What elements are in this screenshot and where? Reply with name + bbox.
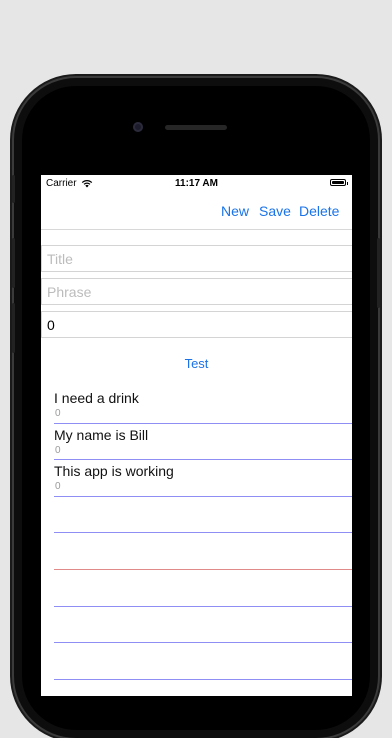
- status-bar: Carrier 11:17 AM: [41, 175, 352, 193]
- phrase-list: I need a drink 0 My name is Bill 0 This …: [54, 387, 352, 680]
- list-item-count: 0: [55, 481, 61, 493]
- list-item-text: My name is Bill: [54, 426, 149, 443]
- number-input[interactable]: [42, 312, 352, 337]
- empty-row: [54, 607, 352, 644]
- battery-icon: [330, 179, 348, 186]
- phrase-input[interactable]: [42, 279, 352, 304]
- list-item[interactable]: I need a drink 0: [54, 387, 352, 424]
- test-button[interactable]: Test: [41, 356, 352, 371]
- list-item-count: 0: [55, 444, 61, 456]
- power-button: [377, 238, 380, 308]
- list-item-text: This app is working: [54, 463, 174, 480]
- list-item[interactable]: My name is Bill 0: [54, 424, 352, 461]
- list-item-text: I need a drink: [54, 390, 139, 406]
- title-field: [41, 245, 352, 272]
- silent-switch: [12, 175, 15, 203]
- phrase-field: [41, 278, 352, 305]
- new-button[interactable]: New: [221, 203, 249, 219]
- save-button[interactable]: Save: [259, 203, 291, 219]
- empty-row: [54, 497, 352, 534]
- front-camera: [133, 122, 143, 132]
- list-item-count: 0: [55, 408, 61, 419]
- empty-row: [54, 570, 352, 607]
- list-item[interactable]: This app is working 0: [54, 460, 352, 497]
- empty-row: [54, 643, 352, 680]
- number-field: [41, 311, 352, 338]
- status-time: 11:17 AM: [175, 178, 218, 189]
- volume-down-button: [12, 303, 15, 353]
- title-input[interactable]: [42, 246, 352, 271]
- toolbar: New Save Delete: [41, 193, 352, 230]
- screen: Carrier 11:17 AM New Save Delete Test I …: [41, 175, 352, 696]
- volume-up-button: [12, 238, 15, 288]
- earpiece-speaker: [165, 125, 227, 130]
- empty-row: [54, 533, 352, 570]
- delete-button[interactable]: Delete: [299, 203, 339, 219]
